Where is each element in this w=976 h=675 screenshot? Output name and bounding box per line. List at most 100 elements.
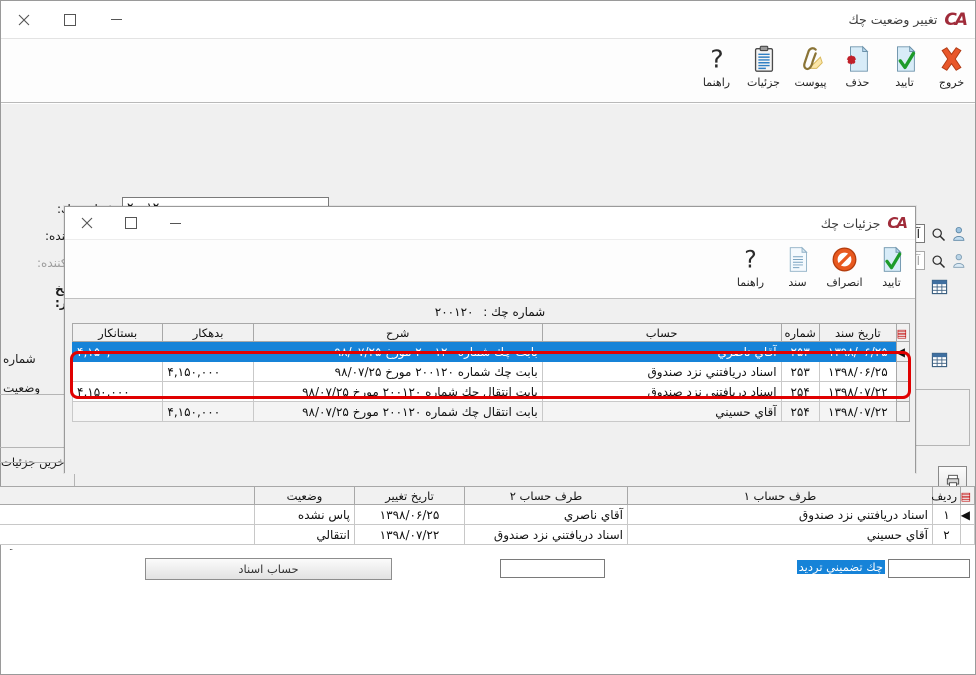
trailing-field[interactable] [888, 559, 970, 578]
col-change-date[interactable]: تاريخ تغيير [355, 487, 465, 505]
search-icon [931, 254, 946, 269]
dialog-confirm-button[interactable]: تاييد [868, 242, 915, 298]
cell-description: بابت چك شماره ۲۰۰۱۲۰ مورخ ۹۸/۰۷/۲۵ [253, 362, 542, 382]
dialog-col-account[interactable]: حساب [542, 324, 781, 342]
window-title: تغيير وضعيت چك [848, 12, 937, 27]
cell-status: انتقالي [255, 525, 355, 545]
cell-description: بابت چك شماره ۲۰۰۱۲۰ مورخ ۹۸/۰۷/۲۵ [253, 342, 542, 362]
cell-debit: ۴,۱۵۰,۰۰۰ [163, 362, 253, 382]
table-row[interactable]: ۲ آقاي حسيني اسناد دريافتني نزد صندوق ۱۳… [0, 525, 975, 545]
toolbar-details[interactable]: جزئيات [740, 42, 787, 89]
minimize-button[interactable] [93, 1, 139, 38]
dialog-col-date[interactable]: تاريخ سند [819, 324, 896, 342]
dialog-title-bar: CA جزئيات چك [65, 207, 915, 240]
cell-account: اسناد دريافتني نزد صندوق [542, 382, 781, 402]
cell-date: ۱۳۹۸/۰۶/۲۵ [819, 342, 896, 362]
dialog-filter-header[interactable]: ▤ [896, 324, 909, 342]
toolbar-exit-label: خروج [939, 77, 964, 89]
cell-change-date: ۱۳۹۸/۰۷/۲۲ [355, 525, 465, 545]
dialog-check-number-value: ۲۰۰۱۲۰ [435, 305, 474, 319]
row-selector[interactable]: ◀ [896, 342, 909, 362]
toolbar-attachment[interactable]: پيوست [787, 42, 834, 89]
payer-person-icon[interactable] [949, 250, 971, 271]
table-row[interactable]: ۱۳۹۸/۰۷/۲۲ ۲۵۴ اسناد دريافتني نزد صندوق … [73, 382, 910, 402]
row-selector[interactable] [896, 362, 909, 382]
cell-party2: آقاي ناصري [465, 505, 628, 525]
title-bar: CA تغيير وضعيت چك [1, 1, 975, 39]
toolbar-help[interactable]: ? راهنما [693, 42, 740, 89]
check-details-dialog: CA جزئيات چك تاييد [64, 206, 916, 473]
dialog-col-credit[interactable]: بستانكار [73, 324, 163, 342]
selected-text: چك تضميني ترديد [695, 560, 885, 574]
row-selector[interactable] [896, 402, 909, 422]
dialog-maximize-button[interactable] [109, 207, 153, 239]
filter-header[interactable]: ▤ [961, 487, 975, 505]
col-row[interactable]: رديف [933, 487, 961, 505]
toolbar-help-label: راهنما [703, 77, 730, 89]
row-selector[interactable] [896, 382, 909, 402]
dialog-toolbar: تاييد انصراف [65, 240, 915, 299]
toolbar-confirm-label: تاييد [895, 77, 914, 89]
date-picker-icon[interactable] [928, 349, 950, 370]
due-date-calendar-button[interactable] [928, 276, 950, 297]
account-doc-button[interactable]: حساب اسناد [145, 558, 392, 580]
number-side-label: شماره [3, 352, 59, 366]
selected-text-value: چك تضميني ترديد [797, 560, 885, 574]
receiver-lookup-button[interactable] [927, 224, 949, 245]
payer-lookup-button[interactable] [927, 251, 949, 272]
dialog-check-number-label: شماره چك : [483, 305, 545, 319]
receiver-person-icon[interactable] [949, 223, 971, 244]
cell-number: ۲۵۴ [781, 402, 819, 422]
status-history-grid: ▤ رديف طرف حساب ۱ طرف حساب ۲ تاريخ تغيير… [1, 486, 975, 549]
misc-field[interactable] [500, 559, 605, 578]
dialog-window-controls [65, 207, 197, 239]
dialog-col-debit[interactable]: بدهكار [163, 324, 253, 342]
exit-x-icon [936, 42, 967, 76]
status-side-label: وضعيت [3, 381, 59, 395]
cell-party2: اسناد دريافتني نزد صندوق [465, 525, 628, 545]
dialog-col-description[interactable]: شرح [253, 324, 542, 342]
help-question-icon: ? [736, 242, 765, 276]
table-row[interactable]: ۱۳۹۸/۰۶/۲۵ ۲۵۳ اسناد دريافتني نزد صندوق … [73, 362, 910, 382]
application-window: CA تغيير وضعيت چك خروج [0, 0, 976, 675]
row-selector[interactable] [961, 525, 975, 545]
dialog-close-button[interactable] [65, 207, 109, 239]
cell-debit [163, 342, 253, 362]
col-spacer [0, 487, 255, 505]
search-icon [931, 227, 946, 242]
toolbar-exit[interactable]: خروج [928, 42, 975, 89]
col-party2[interactable]: طرف حساب ۲ [465, 487, 628, 505]
dialog-confirm-label: تاييد [882, 277, 901, 289]
toolbar-confirm[interactable]: تاييد [881, 42, 928, 89]
cell-description: بابت انتقال چك شماره ۲۰۰۱۲۰ مورخ ۹۸/۰۷/۲… [253, 382, 542, 402]
cell-number: ۲۵۳ [781, 342, 819, 362]
cell-debit [163, 382, 253, 402]
svg-text:?: ? [710, 44, 723, 73]
table-row[interactable]: ◀ ۱۳۹۸/۰۶/۲۵ ۲۵۳ آقاي ناصري بابت چك شمار… [73, 342, 910, 362]
cell-account: اسناد دريافتني نزد صندوق [542, 362, 781, 382]
table-row[interactable]: ◀ ۱ اسناد دريافتني نزد صندوق آقاي ناصري … [0, 505, 975, 525]
close-button[interactable] [1, 1, 47, 38]
dialog-cancel-button[interactable]: انصراف [821, 242, 868, 298]
toolbar-details-label: جزئيات [747, 77, 780, 89]
dialog-minimize-button[interactable] [153, 207, 197, 239]
table-row[interactable]: ۱۳۹۸/۰۷/۲۲ ۲۵۴ آقاي حسيني بابت انتقال چك… [73, 402, 910, 422]
col-status[interactable]: وضعيت [255, 487, 355, 505]
row-selector[interactable]: ◀ [961, 505, 975, 525]
dialog-body: شماره چك : ۲۰۰۱۲۰ ▤ تاريخ سند شماره حساب… [65, 299, 915, 474]
toolbar-delete[interactable]: حذف [834, 42, 881, 89]
paperclip-attachment-icon [796, 42, 826, 76]
title-bar-left: CA تغيير وضعيت چك [848, 10, 975, 30]
col-party1[interactable]: طرف حساب ۱ [628, 487, 933, 505]
dialog-col-number[interactable]: شماره [781, 324, 819, 342]
dialog-help-button[interactable]: ? راهنما [727, 242, 774, 298]
app-logo-icon: CA [944, 10, 966, 30]
dialog-document-button[interactable]: سند [774, 242, 821, 298]
cell-status: پاس نشده [255, 505, 355, 525]
calendar-icon [931, 351, 948, 368]
delete-document-icon [843, 42, 873, 76]
window-controls [1, 1, 139, 38]
filter-icon: ▤ [961, 490, 971, 503]
cell-description: بابت انتقال چك شماره ۲۰۰۱۲۰ مورخ ۹۸/۰۷/۲… [253, 402, 542, 422]
maximize-button[interactable] [47, 1, 93, 38]
